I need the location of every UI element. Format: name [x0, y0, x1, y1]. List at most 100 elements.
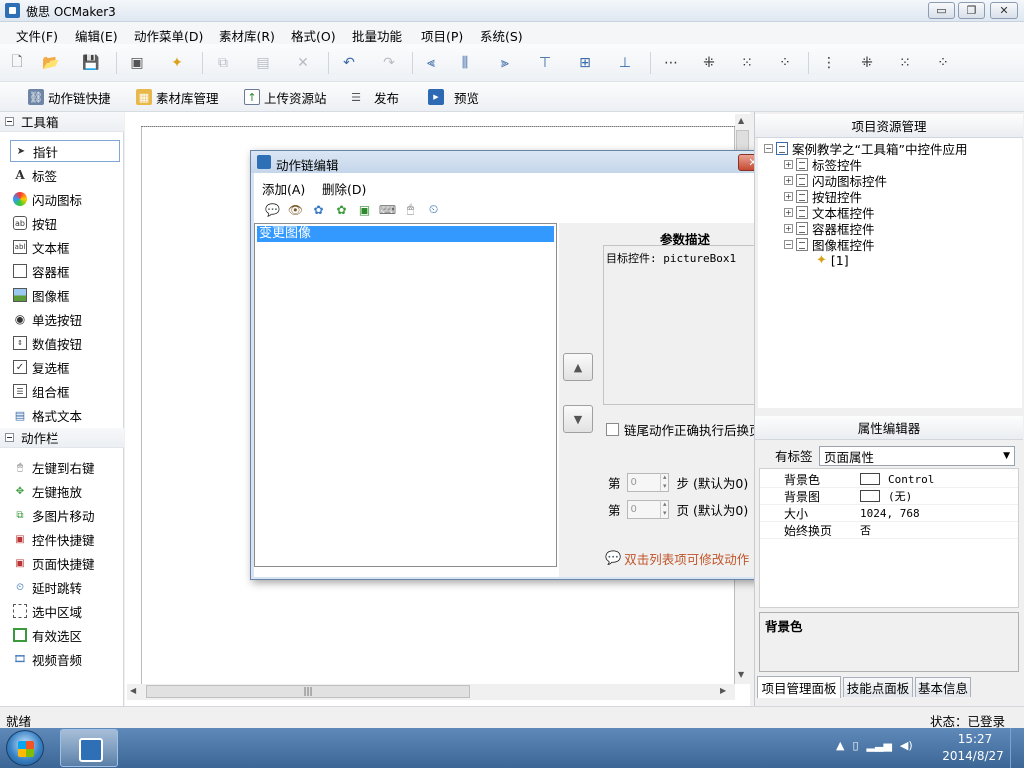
align-bottom-icon[interactable]: ⊥ [616, 54, 634, 72]
tree-expand-icon[interactable]: + [784, 223, 793, 233]
window-icon[interactable]: ▣ [356, 201, 373, 218]
tool-image[interactable]: 图像框 [10, 284, 120, 306]
action-list[interactable]: 变更图像 [254, 223, 557, 567]
dialog-menu-delete[interactable]: 删除(D) [322, 179, 366, 198]
h-spacing-decrease-icon[interactable]: ⁙ [738, 54, 756, 72]
message-icon[interactable]: 💬 [264, 201, 281, 218]
scroll-left-icon[interactable]: ◀ [130, 686, 136, 695]
tool-container[interactable]: 容器框 [10, 260, 120, 282]
property-row[interactable]: 始终换页 否 [760, 522, 1018, 539]
tree-expand-icon[interactable]: + [784, 175, 793, 185]
close-button[interactable]: ✕ [990, 2, 1018, 19]
upload-button[interactable]: ↑ 上传资源站 [244, 87, 327, 107]
page-change-checkbox[interactable] [606, 423, 619, 436]
tab-skill-panel[interactable]: 技能点面板 [843, 677, 913, 697]
tab-basic-info[interactable]: 基本信息 [915, 677, 971, 697]
list-item[interactable]: 变更图像 [257, 226, 554, 242]
action-select-area[interactable]: 选中区域 [10, 600, 120, 622]
step-spinner[interactable]: 0 [626, 473, 669, 492]
timer-icon[interactable]: ⏲ [425, 201, 442, 218]
action-delay-jump[interactable]: ⏲ 延时跳转 [10, 576, 120, 598]
tool-label-control[interactable]: A 标签 [10, 164, 120, 186]
v-spacing-increase-icon[interactable]: ⁜ [858, 54, 876, 72]
property-row[interactable]: 背景图 (无) [760, 488, 1018, 505]
clock-date[interactable]: 2014/8/27 [938, 749, 1008, 763]
tool-textbox[interactable]: abl 文本框 [10, 236, 120, 258]
tool-button[interactable]: ab 按钮 [10, 212, 120, 234]
tree-root[interactable]: − 案例教学之“工具箱”中控件应用 [764, 140, 967, 157]
minimize-button[interactable]: ▭ [928, 2, 955, 19]
menu-project[interactable]: 项目(P) [421, 26, 463, 45]
scroll-right-icon[interactable]: ▶ [720, 686, 726, 695]
tree-item-image[interactable]: − 图像框控件 [784, 236, 875, 253]
action-left-to-right[interactable]: 🖱 左键到右键 [10, 456, 120, 478]
h-spacing-remove-icon[interactable]: ⁘ [776, 54, 794, 72]
save-icon[interactable]: 💾 [82, 54, 100, 72]
move-down-button[interactable]: ▼ [563, 405, 593, 433]
tree-expand-icon[interactable]: + [784, 191, 793, 201]
v-spacing-decrease-icon[interactable]: ⁙ [896, 54, 914, 72]
tray-device-icon[interactable]: ▯ [852, 739, 858, 752]
move-up-button[interactable]: ▲ [563, 353, 593, 381]
delete-icon[interactable]: ✕ [294, 54, 312, 72]
maximize-button[interactable]: ❐ [958, 2, 985, 19]
scroll-up-icon[interactable]: ▲ [738, 116, 744, 125]
library-manage-button[interactable]: ▦ 素材库管理 [136, 87, 219, 107]
property-row[interactable]: 背景色 Control [760, 471, 1018, 488]
redo-icon[interactable]: ↷ [380, 54, 398, 72]
property-object-select[interactable]: 页面属性 ▼ [819, 446, 1015, 466]
menu-action[interactable]: 动作菜单(D) [134, 26, 203, 45]
align-top-icon[interactable]: ⊤ [536, 54, 554, 72]
menu-system[interactable]: 系统(S) [480, 26, 523, 45]
tool-richtext[interactable]: ▤ 格式文本 [10, 404, 120, 426]
tool-checkbox[interactable]: ✓ 复选框 [10, 356, 120, 378]
network-icon[interactable]: ▂▃▅ [867, 739, 892, 752]
v-spacing-icon[interactable]: ⋮ [820, 54, 838, 72]
action-multi-image[interactable]: ⧉ 多图片移动 [10, 504, 120, 526]
tool-radio[interactable]: ◉ 单选按钮 [10, 308, 120, 330]
tree-expand-icon[interactable]: + [784, 159, 793, 169]
tree-collapse-icon[interactable]: − [764, 143, 773, 153]
property-row[interactable]: 大小 1024, 768 [760, 505, 1018, 522]
dialog-title-bar[interactable]: 动作链编辑 ✕ [251, 151, 772, 173]
copy-icon[interactable]: ⧉ [214, 54, 232, 72]
tree-collapse-icon[interactable]: − [784, 239, 793, 249]
action-chain-button[interactable]: ⛓ 动作链快捷 [28, 87, 111, 107]
action-control-shortcut[interactable]: ▣ 控件快捷键 [10, 528, 120, 550]
new-file-icon[interactable]: 🗋 [8, 54, 26, 72]
h-spacing-increase-icon[interactable]: ⁜ [700, 54, 718, 72]
page-change-checkbox-row[interactable]: 链尾动作正确执行后换页 [606, 420, 762, 439]
action-page-shortcut[interactable]: ▣ 页面快捷键 [10, 552, 120, 574]
menu-format[interactable]: 格式(O) [291, 26, 336, 45]
image-change-icon[interactable]: ✿ [310, 201, 327, 218]
action-drag-drop[interactable]: ✥ 左键拖放 [10, 480, 120, 502]
align-left-icon[interactable]: ⫷ [422, 54, 440, 72]
page-spinner[interactable]: 0 [626, 500, 669, 519]
menu-batch[interactable]: 批量功能 [352, 26, 402, 45]
paste-icon[interactable]: ▤ [254, 54, 272, 72]
horizontal-scroll-thumb[interactable]: ||| [146, 685, 470, 698]
action-valid-area[interactable]: 有效选区 [10, 624, 120, 646]
action-video-audio[interactable]: 🎞 视频音频 [10, 648, 120, 670]
start-button[interactable] [6, 730, 44, 766]
image-move-icon[interactable]: ✿ [333, 201, 350, 218]
tree-leaf[interactable]: ✦ [1] [816, 252, 849, 268]
preview-button[interactable]: ▶ 预览 [428, 87, 479, 107]
show-desktop-button[interactable] [1010, 728, 1024, 768]
project-tree[interactable]: − 案例教学之“工具箱”中控件应用 + 标签控件 + 闪动图标控件 + 按钮控件 + 文… [758, 138, 1022, 408]
menu-edit[interactable]: 编辑(E) [75, 26, 118, 45]
volume-icon[interactable]: ◀) [900, 739, 913, 752]
eye-icon[interactable]: 👁 [287, 201, 304, 218]
open-folder-icon[interactable]: 📂 [42, 54, 60, 72]
toolbox-section-header[interactable]: 工具箱 [0, 112, 124, 132]
tool-flash-icon[interactable]: 闪动图标 [10, 188, 120, 210]
action-section-header[interactable]: 动作栏 [0, 428, 124, 448]
h-spacing-icon[interactable]: ⋯ [662, 54, 680, 72]
tab-project-panel[interactable]: 项目管理面板 [757, 676, 841, 698]
mouse-action-icon[interactable]: 🖱 [402, 201, 419, 218]
tree-expand-icon[interactable]: + [784, 207, 793, 217]
tool-pointer[interactable]: ➤ 指针 [10, 140, 120, 162]
tool-combo[interactable]: ☰ 组合框 [10, 380, 120, 402]
v-spacing-remove-icon[interactable]: ⁘ [934, 54, 952, 72]
align-right-icon[interactable]: ⫸ [496, 54, 514, 72]
